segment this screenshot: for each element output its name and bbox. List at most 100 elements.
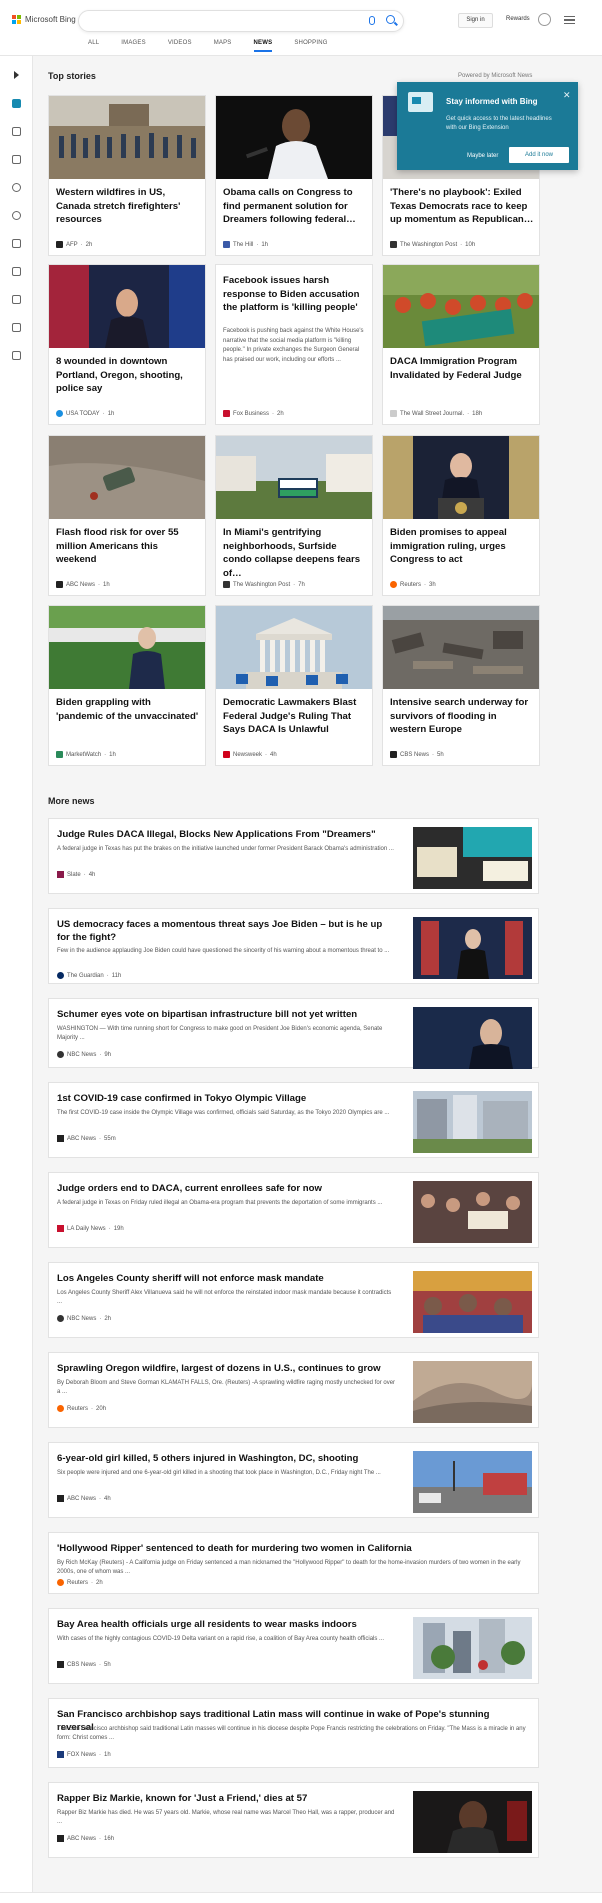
flag-icon[interactable] (12, 155, 21, 164)
source-name: LA Daily News (67, 1225, 106, 1232)
source-logo-icon (56, 581, 63, 588)
news-title[interactable]: Judge orders end to DACA, current enroll… (57, 1182, 397, 1195)
tab-all[interactable]: ALL (88, 40, 99, 52)
story-card[interactable]: DACA Immigration Program Invalidated by … (382, 264, 540, 425)
story-title[interactable]: Western wildfires in US, Canada stretch … (56, 186, 200, 227)
story-card[interactable]: Intensive search underway for survivors … (382, 605, 540, 766)
search-icon[interactable] (386, 15, 395, 24)
tab-videos[interactable]: VIDEOS (168, 40, 192, 52)
globe-icon[interactable] (12, 211, 21, 220)
tab-shopping[interactable]: SHOPPING (294, 40, 327, 52)
story-card[interactable]: Western wildfires in US, Canada stretch … (48, 95, 206, 256)
story-card[interactable]: Facebook issues harsh response to Biden … (215, 264, 373, 425)
tab-images[interactable]: IMAGES (121, 40, 146, 52)
story-source: USA TODAY · 1h (56, 410, 114, 417)
bing-logo[interactable]: Microsoft Bing (12, 15, 76, 24)
news-item[interactable]: 6-year-old girl killed, 5 others injured… (48, 1442, 539, 1518)
news-item[interactable]: San Francisco archbishop says traditiona… (48, 1698, 539, 1768)
news-title[interactable]: 1st COVID-19 case confirmed in Tokyo Oly… (57, 1092, 397, 1105)
news-source: NBC News · 2h (57, 1315, 111, 1322)
story-card[interactable]: In Miami's gentrifying neighborhoods, Su… (215, 435, 373, 596)
news-title[interactable]: Schumer eyes vote on bipartisan infrastr… (57, 1008, 397, 1021)
story-title[interactable]: DACA Immigration Program Invalidated by … (390, 355, 534, 382)
story-title[interactable]: 'There's no playbook': Exiled Texas Demo… (390, 186, 534, 227)
story-title[interactable]: Biden grappling with 'pandemic of the un… (56, 696, 200, 723)
story-card[interactable]: 8 wounded in downtown Portland, Oregon, … (48, 264, 206, 425)
entertainment-icon[interactable] (12, 295, 21, 304)
story-source: CBS News · 5h (390, 751, 444, 758)
story-source: The Washington Post · 10h (390, 241, 475, 248)
story-card[interactable]: Biden grappling with 'pandemic of the un… (48, 605, 206, 766)
news-snippet: Six people were injured and one 6-year-o… (57, 1470, 381, 1476)
story-card[interactable]: Biden promises to appeal immigration rul… (382, 435, 540, 596)
news-title[interactable]: Sprawling Oregon wildfire, largest of do… (57, 1362, 397, 1375)
source-logo-icon (57, 1495, 64, 1502)
story-image (49, 606, 205, 689)
news-item[interactable]: Los Angeles County sheriff will not enfo… (48, 1262, 539, 1338)
news-item[interactable]: Sprawling Oregon wildfire, largest of do… (48, 1352, 539, 1428)
news-item[interactable]: Rapper Biz Markie, known for 'Just a Fri… (48, 1782, 539, 1858)
add-it-now-button[interactable]: Add it now (509, 147, 569, 163)
rewards-medal-icon[interactable] (538, 13, 551, 26)
sign-in-button[interactable]: Sign in (458, 13, 493, 28)
sports-icon[interactable] (12, 127, 21, 136)
news-item[interactable]: Judge Rules DACA Illegal, Blocks New App… (48, 818, 539, 894)
location-icon[interactable] (12, 183, 21, 192)
top-bar: Microsoft Bing ALL IMAGES VIDEOS MAPS NE… (0, 0, 602, 56)
story-card[interactable]: Democratic Lawmakers Blast Federal Judge… (215, 605, 373, 766)
source-logo-icon (56, 751, 63, 758)
news-item[interactable]: 1st COVID-19 case confirmed in Tokyo Oly… (48, 1082, 539, 1158)
story-title[interactable]: In Miami's gentrifying neighborhoods, Su… (223, 526, 367, 580)
story-title[interactable]: Obama calls on Congress to find permanen… (223, 186, 367, 227)
science-icon[interactable] (12, 239, 21, 248)
home-icon[interactable] (12, 99, 21, 108)
news-title[interactable]: US democracy faces a momentous threat sa… (57, 918, 397, 944)
news-item[interactable]: Judge orders end to DACA, current enroll… (48, 1172, 539, 1248)
extension-illustration-icon (408, 92, 433, 112)
news-snippet: By Rich McKay (Reuters) - A California j… (57, 1560, 521, 1575)
source-name: Slate (67, 871, 81, 878)
search-input[interactable] (78, 10, 404, 32)
powered-by-label: Powered by Microsoft News (458, 73, 533, 79)
close-icon[interactable]: ✕ (563, 90, 571, 101)
source-name: Reuters (400, 581, 422, 588)
news-image (413, 827, 532, 889)
story-time: 1h (107, 410, 115, 417)
source-name: The Washington Post (233, 581, 291, 588)
story-card[interactable]: Obama calls on Congress to find permanen… (215, 95, 373, 256)
news-title[interactable]: Los Angeles County sheriff will not enfo… (57, 1272, 397, 1285)
tab-maps[interactable]: MAPS (214, 40, 232, 52)
story-title[interactable]: 8 wounded in downtown Portland, Oregon, … (56, 355, 200, 396)
source-name: CBS News (67, 1661, 97, 1668)
bank-icon[interactable] (12, 323, 21, 332)
news-item[interactable]: US democracy faces a momentous threat sa… (48, 908, 539, 984)
news-image (413, 1181, 532, 1243)
tab-news[interactable]: NEWS (253, 40, 273, 52)
news-title[interactable]: Rapper Biz Markie, known for 'Just a Fri… (57, 1792, 397, 1805)
news-item[interactable]: Bay Area health officials urge all resid… (48, 1608, 539, 1684)
microphone-icon[interactable] (369, 16, 375, 25)
scope-tabs: ALL IMAGES VIDEOS MAPS NEWS SHOPPING (88, 40, 350, 52)
news-image (413, 1271, 532, 1333)
maybe-later-button[interactable]: Maybe later (467, 153, 498, 159)
rewards-link[interactable]: Rewards (506, 16, 530, 22)
story-title[interactable]: Democratic Lawmakers Blast Federal Judge… (223, 696, 367, 737)
story-title[interactable]: Flash flood risk for over 55 million Ame… (56, 526, 200, 567)
news-item[interactable]: 'Hollywood Ripper' sentenced to death fo… (48, 1532, 539, 1594)
story-time: 3h (429, 581, 436, 588)
news-title[interactable]: Judge Rules DACA Illegal, Blocks New App… (57, 828, 397, 841)
story-card[interactable]: Flash flood risk for over 55 million Ame… (48, 435, 206, 596)
source-name: NBC News (67, 1315, 97, 1322)
news-title[interactable]: Bay Area health officials urge all resid… (57, 1618, 397, 1631)
story-title[interactable]: Biden promises to appeal immigration rul… (390, 526, 534, 567)
menu-icon[interactable] (564, 16, 575, 24)
story-title[interactable]: Facebook issues harsh response to Biden … (223, 274, 367, 315)
news-title[interactable]: 'Hollywood Ripper' sentenced to death fo… (57, 1542, 527, 1555)
news-title[interactable]: 6-year-old girl killed, 5 others injured… (57, 1452, 397, 1465)
rocket-icon[interactable] (12, 267, 21, 276)
money-icon[interactable] (12, 351, 21, 360)
story-title[interactable]: Intensive search underway for survivors … (390, 696, 534, 737)
news-item[interactable]: Schumer eyes vote on bipartisan infrastr… (48, 998, 539, 1069)
expand-icon[interactable] (14, 71, 19, 79)
sidebar (0, 56, 33, 1903)
